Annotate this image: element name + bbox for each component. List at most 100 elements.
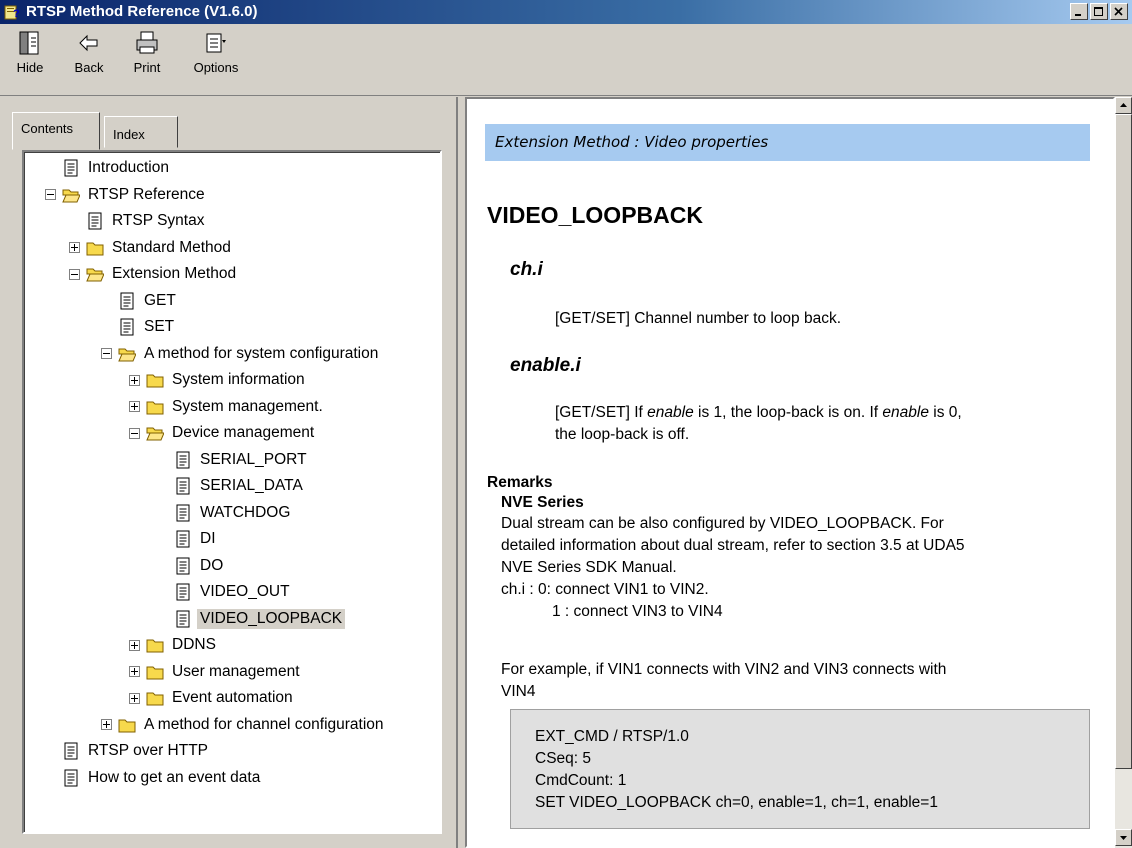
expand-icon[interactable] — [129, 374, 140, 386]
help-book-icon: ? — [4, 5, 20, 20]
remarks-heading: Remarks — [487, 474, 553, 491]
expand-icon[interactable] — [129, 692, 140, 704]
page-icon — [174, 610, 192, 628]
tree-item[interactable]: WATCHDOG — [174, 501, 293, 525]
tree-item-label: User management — [172, 662, 300, 680]
expand-icon[interactable] — [101, 719, 112, 730]
vertical-scrollbar[interactable] — [1115, 97, 1132, 848]
tree-item-label: VIDEO_OUT — [200, 583, 290, 600]
collapse-icon[interactable] — [45, 189, 56, 200]
page-icon — [62, 769, 80, 787]
back-arrow-icon — [79, 34, 98, 52]
tree-item[interactable]: Device management — [129, 421, 317, 445]
tree-item[interactable]: SERIAL_PORT — [174, 448, 310, 472]
title-bar: ? RTSP Method Reference (V1.6.0) — [0, 0, 1132, 24]
expand-icon[interactable] — [69, 242, 80, 253]
tree-item[interactable]: Event automation — [129, 686, 296, 710]
minimize-button[interactable] — [1070, 3, 1088, 20]
code-line: SET VIDEO_LOOPBACK ch=0, enable=1, ch=1,… — [535, 794, 938, 811]
expand-icon[interactable] — [129, 639, 140, 651]
tree-item-label: WATCHDOG — [200, 503, 291, 521]
scroll-down-button[interactable] — [1115, 829, 1132, 846]
collapse-icon[interactable] — [69, 268, 80, 280]
back-button[interactable]: Back — [65, 28, 113, 90]
tree-item-label: Introduction — [88, 159, 169, 176]
topic-banner: Extension Method : Video properties — [485, 124, 1090, 161]
page-icon — [62, 742, 80, 760]
code-example: EXT_CMD / RTSP/1.0 CSeq: 5 CmdCount: 1 S… — [510, 709, 1090, 829]
tree-item[interactable]: RTSP Syntax — [86, 209, 207, 233]
tree-item[interactable]: GET — [118, 289, 179, 313]
folder-icon — [146, 398, 164, 416]
tree-item[interactable]: Extension Method — [69, 262, 239, 286]
page-icon — [174, 504, 192, 522]
scroll-thumb[interactable] — [1115, 114, 1132, 769]
tree-item-label: System information — [172, 371, 305, 388]
tree-item[interactable]: DDNS — [129, 633, 219, 657]
maximize-button[interactable] — [1090, 3, 1108, 20]
tree-item[interactable]: User management — [129, 660, 303, 684]
chi-line-1: ch.i : 0: connect VIN1 to VIN2. — [501, 581, 709, 598]
tree-item[interactable]: DI — [174, 527, 219, 551]
tree-item[interactable]: RTSP over HTTP — [62, 739, 211, 763]
tab-index[interactable]: Index — [104, 116, 178, 148]
desc-italic: enable — [647, 404, 694, 421]
page-icon — [174, 583, 192, 601]
tree-item[interactable]: System management. — [129, 395, 326, 419]
options-button[interactable]: Options — [186, 28, 246, 90]
expand-icon[interactable] — [129, 666, 140, 677]
page-icon — [174, 477, 192, 495]
hide-label: Hide — [16, 60, 44, 75]
scroll-up-button[interactable] — [1115, 97, 1132, 114]
expand-icon[interactable] — [129, 401, 140, 412]
series-heading: NVE Series — [501, 494, 584, 511]
remark-line: Dual stream can be also configured by VI… — [501, 515, 944, 532]
close-button[interactable] — [1110, 3, 1128, 20]
tree-item[interactable]: RTSP Reference — [45, 183, 208, 207]
collapse-icon[interactable] — [101, 348, 112, 359]
tree-item[interactable]: A method for system configuration — [101, 342, 381, 366]
remark-line: detailed information about dual stream, … — [501, 537, 965, 554]
tree-item[interactable]: A method for channel configuration — [101, 713, 387, 737]
options-icon — [206, 33, 226, 53]
param-enable-description: [GET/SET] If enable is 1, the loop-back … — [555, 402, 1085, 446]
tree-item-label: RTSP Syntax — [112, 212, 205, 229]
tree-item-label: A method for channel configuration — [144, 715, 384, 733]
tree-item[interactable]: System information — [129, 368, 308, 392]
page-icon — [118, 318, 136, 336]
tree-item[interactable]: SET — [118, 315, 177, 339]
page-icon — [174, 451, 192, 469]
collapse-icon[interactable] — [129, 427, 140, 439]
print-button[interactable]: Print — [123, 28, 171, 90]
page-icon — [174, 557, 192, 575]
tree-item-label: RTSP over HTTP — [88, 742, 209, 759]
tree-item[interactable]: Standard Method — [69, 236, 234, 260]
tree-item-label: System management. — [172, 397, 323, 415]
close-icon — [1114, 7, 1123, 16]
arrow-down-icon — [1120, 836, 1127, 840]
tree-item[interactable]: How to get an event data — [62, 766, 263, 790]
tree-item[interactable]: Introduction — [62, 156, 172, 180]
hide-pane-icon — [19, 31, 39, 55]
minimize-icon — [1075, 14, 1081, 16]
hide-button[interactable]: Hide — [6, 28, 54, 90]
tab-index-label: Index — [113, 127, 145, 142]
tab-contents[interactable]: Contents — [12, 112, 100, 150]
tree-item[interactable]: SERIAL_DATA — [174, 474, 306, 498]
page-icon — [118, 292, 136, 310]
tree-item-label: DDNS — [172, 636, 216, 653]
contents-tree[interactable]: Introduction RTSP Reference RTSP Syntax Sta… — [22, 150, 442, 834]
tree-item-label: RTSP Reference — [88, 185, 205, 203]
example-text: For example, if VIN1 connects with VIN2 … — [501, 659, 1101, 703]
page-icon — [86, 212, 104, 230]
navigation-pane: Contents Index Introduction RTSP Referenc… — [0, 97, 458, 848]
tree-item[interactable]: DO — [174, 554, 226, 578]
tree-item-label: Standard Method — [112, 238, 231, 256]
folder-icon — [146, 636, 164, 654]
tree-item-label: How to get an event data — [88, 768, 261, 786]
tree-item[interactable]: VIDEO_OUT — [174, 580, 293, 604]
tree-item[interactable]: VIDEO_LOOPBACK — [174, 607, 346, 631]
example-line: VIN4 — [501, 683, 536, 700]
tree-item-label: VIDEO_LOOPBACK — [197, 608, 346, 629]
folder-icon — [146, 689, 164, 707]
